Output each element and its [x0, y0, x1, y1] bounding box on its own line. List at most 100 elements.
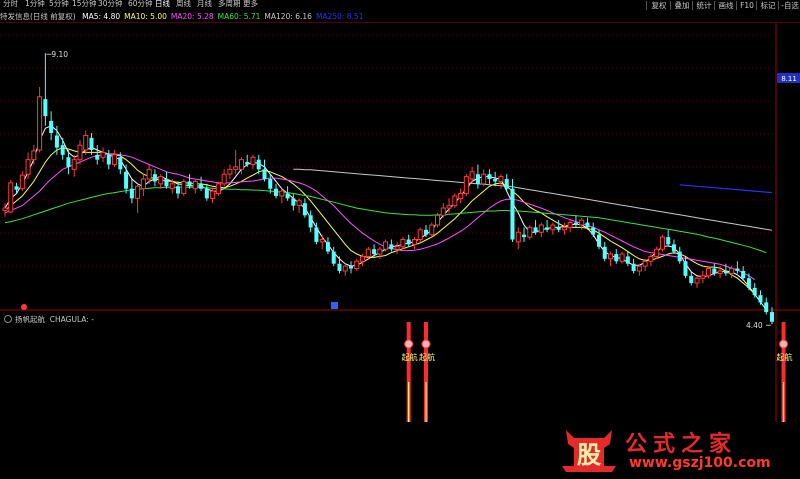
candle-body — [406, 239, 411, 245]
candle-body — [365, 248, 371, 257]
candle-body — [469, 171, 475, 180]
candle-body — [625, 256, 630, 264]
candle-body — [400, 239, 406, 248]
candle-body — [83, 134, 89, 151]
period-tab[interactable]: 日线 — [155, 0, 170, 9]
candle-body — [118, 157, 123, 170]
watermark-url: www.gszj100.com — [629, 455, 771, 471]
candle-body — [423, 229, 429, 235]
toolbar-button[interactable]: 画线 — [714, 1, 737, 10]
candle-body — [164, 179, 169, 187]
candle-body — [348, 266, 354, 269]
period-tab[interactable]: 多周期 — [218, 0, 241, 9]
candle-body — [95, 154, 100, 160]
candle-body — [337, 263, 342, 271]
candle-body — [642, 260, 648, 267]
toolbar-button[interactable]: -自选 — [778, 1, 800, 10]
signal-dot — [404, 339, 414, 349]
candle-body — [296, 200, 302, 207]
candle-body — [608, 253, 614, 260]
candle-body — [250, 156, 256, 166]
candle-body — [689, 275, 694, 284]
toolbar-button[interactable]: 复权 — [646, 1, 671, 10]
period-tab[interactable]: 15分钟 — [72, 0, 97, 9]
candle-body — [389, 244, 394, 250]
candle-body — [694, 277, 700, 284]
period-tab[interactable]: 30分钟 — [98, 0, 123, 9]
candle-body — [706, 268, 712, 277]
min-price-label: 4.40 — [746, 321, 763, 330]
candle-body — [683, 261, 688, 276]
candle-body — [573, 222, 578, 225]
candle-body — [262, 169, 267, 180]
period-tab[interactable]: 5分钟 — [49, 0, 69, 9]
candle-body — [274, 188, 279, 196]
candle-body — [49, 120, 54, 134]
signal-label: 起航 — [402, 352, 418, 362]
toolbar-button[interactable]: 标记 — [756, 1, 779, 10]
candle-body — [314, 227, 319, 242]
signal-label: 起航 — [419, 352, 435, 362]
period-tab[interactable]: 周线 — [176, 0, 191, 9]
info-marker-icon — [331, 302, 338, 309]
ma-legend-item: MA60: 5.71 — [217, 12, 261, 21]
candle-body — [54, 135, 59, 148]
candle-body — [331, 251, 336, 264]
candle-body — [636, 265, 642, 272]
candle-body — [712, 268, 717, 274]
candle-body — [752, 287, 757, 296]
candle-body — [227, 168, 233, 175]
candle-body — [527, 226, 533, 238]
subchart-formula: CHAGULA: - — [49, 315, 94, 324]
candle-body — [723, 270, 728, 274]
candle-body — [440, 207, 446, 216]
candle-body — [758, 295, 763, 303]
period-tab[interactable]: 月线 — [197, 0, 212, 9]
candle-body — [77, 144, 83, 161]
candle-body — [199, 183, 204, 189]
candle-body — [342, 265, 348, 272]
indicator-settings-icon[interactable] — [4, 315, 12, 323]
period-tab[interactable]: 更多 — [243, 0, 258, 9]
kline-chart[interactable]: 9.104.408.11起航 起航 起航 — [0, 22, 800, 422]
candle-body — [372, 249, 377, 255]
candle-body — [585, 222, 590, 228]
candle-body — [631, 263, 636, 271]
candle-body — [522, 234, 527, 238]
candle-body — [463, 176, 469, 195]
period-tab-bar: 分时 1分钟 5分钟 15分钟 30分钟 60分钟 日线 周线 月线 多周期 更多 — [0, 0, 640, 9]
period-tab[interactable]: 1分钟 — [25, 0, 45, 9]
candle-body — [60, 145, 65, 155]
stock-title: 特发信息(日线 前复权) — [0, 12, 76, 21]
candle-body — [129, 188, 134, 199]
candle-body — [268, 179, 273, 189]
candle-body — [481, 173, 487, 185]
candle-body — [140, 178, 146, 190]
candle-body — [14, 186, 19, 190]
candle-body — [596, 234, 602, 247]
period-tab[interactable]: 分时 — [3, 0, 18, 9]
period-tab[interactable]: 60分钟 — [128, 0, 153, 9]
toolbar-button[interactable]: 统计 — [692, 1, 715, 10]
signal-bar-inner — [425, 382, 427, 422]
candle-body — [452, 195, 458, 207]
candle-body — [764, 302, 769, 313]
candle-body — [25, 159, 31, 175]
toolbar-button[interactable]: F10 — [736, 1, 757, 10]
event-marker-icon — [21, 304, 27, 310]
candle-body — [700, 275, 706, 279]
candle-body — [510, 188, 515, 240]
candle-body — [567, 222, 573, 228]
candle-body — [124, 171, 129, 189]
candle-body — [319, 239, 325, 243]
toolbar-button[interactable]: 叠加 — [670, 1, 693, 10]
candle-body — [187, 181, 192, 187]
ma-legend-item: MA120: 6.16 — [264, 12, 312, 21]
candle-body — [238, 159, 244, 170]
candle-body — [458, 193, 464, 199]
max-price-label: 9.10 — [51, 50, 68, 59]
candle-body — [619, 253, 625, 262]
candle-body — [360, 255, 366, 262]
watermark: 股 公式之家 www.gszj100.com — [560, 422, 790, 476]
candle-body — [579, 219, 585, 226]
